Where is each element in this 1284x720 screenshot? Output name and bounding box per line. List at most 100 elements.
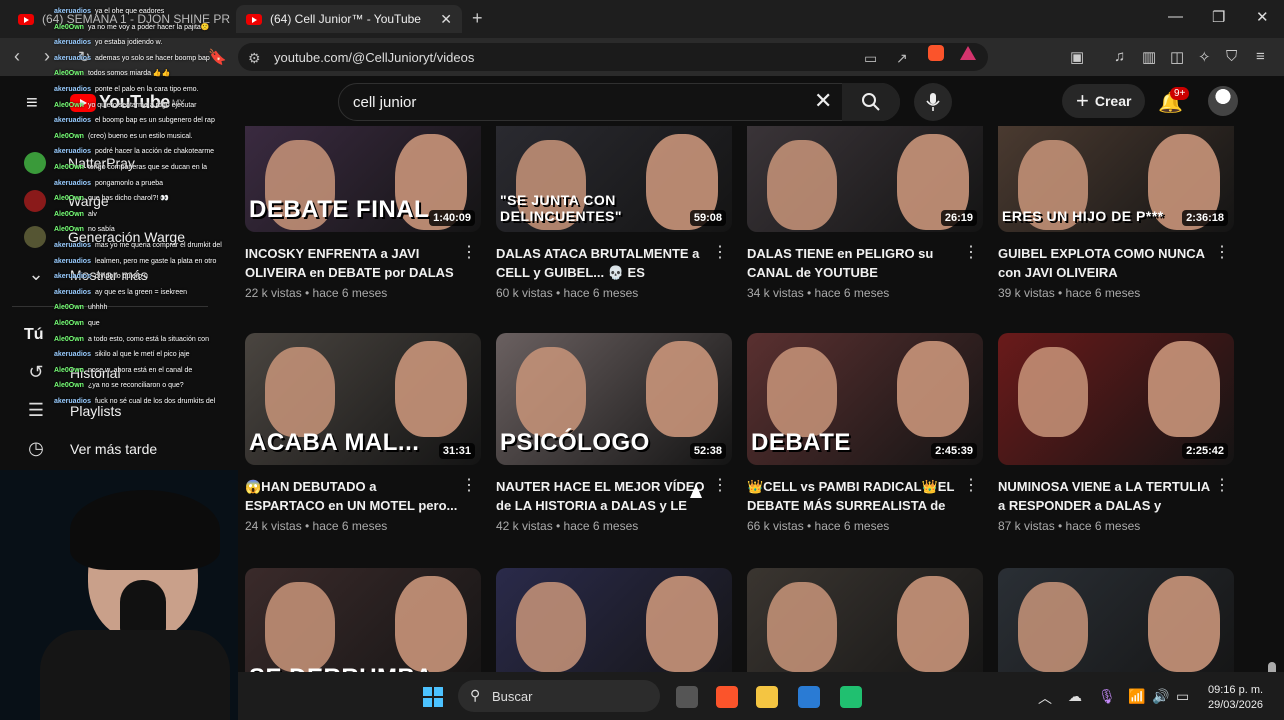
- app-icon[interactable]: [840, 686, 862, 708]
- video-title[interactable]: NAUTER HACE EL MEJOR VÍDEO de LA HISTORI…: [496, 477, 710, 515]
- wifi-icon[interactable]: 📶: [1128, 688, 1145, 705]
- video-menu-icon[interactable]: ⋮: [461, 242, 477, 262]
- hamburger-menu-icon[interactable]: ≡: [26, 92, 38, 115]
- video-menu-icon[interactable]: ⋮: [963, 475, 979, 495]
- thumbnail-face: [516, 582, 586, 672]
- thumbnail-face: [646, 341, 718, 437]
- video-menu-icon[interactable]: ⋮: [712, 475, 728, 495]
- sidebar-show-more[interactable]: ⌄ Mostrar más: [24, 264, 147, 285]
- video-card[interactable]: ERES UN HIJO DE P*** 2:36:18 GUIBEL EXPLOT…: [998, 126, 1234, 300]
- file-explorer-icon[interactable]: [756, 686, 778, 708]
- video-menu-icon[interactable]: ⋮: [461, 475, 477, 495]
- volume-icon[interactable]: 🔊: [1152, 688, 1169, 705]
- video-title[interactable]: 😱HAN DEBUTADO a ESPARTACO en UN MOTEL pe…: [245, 477, 459, 515]
- sidebar-item-watch-later[interactable]: ◷ Ver más tarde: [24, 438, 157, 459]
- thumbnail-face: [1018, 347, 1088, 437]
- video-thumbnail[interactable]: PSICÓLOGO 52:38: [496, 333, 732, 465]
- clear-search-icon[interactable]: ✕: [814, 88, 832, 114]
- search-icon: [862, 93, 880, 111]
- video-menu-icon[interactable]: ⋮: [963, 242, 979, 262]
- youtube-logo[interactable]: YouTube MX: [70, 92, 185, 113]
- sidebar-item-playlists[interactable]: ☰ Playlists: [24, 400, 121, 421]
- wallet-icon[interactable]: ◫: [1170, 48, 1184, 66]
- video-card[interactable]: 26:19 DALAS TIENE en PELIGRO su CANAL de …: [747, 126, 983, 300]
- create-button[interactable]: + Crear: [1062, 84, 1146, 118]
- video-card[interactable]: DEBATE FINAL 1:40:09 INCOSKY ENFRENTA a JA…: [245, 126, 481, 300]
- brave-shields-icon[interactable]: [928, 45, 944, 61]
- chevron-up-icon[interactable]: ︿: [1038, 688, 1052, 708]
- sidebar-item-historial[interactable]: ↺ Historial: [24, 362, 120, 383]
- battery-icon[interactable]: ▭: [1176, 688, 1189, 705]
- brave-rewards-icon[interactable]: [960, 46, 976, 60]
- minimize-icon[interactable]: —: [1168, 8, 1183, 25]
- video-menu-icon[interactable]: ⋮: [1214, 475, 1230, 495]
- video-thumbnail[interactable]: 2:25:42: [998, 333, 1234, 465]
- search-button[interactable]: [842, 83, 900, 121]
- site-settings-icon[interactable]: ⚙: [248, 50, 261, 67]
- voice-search-button[interactable]: [914, 83, 952, 121]
- task-view-icon[interactable]: [676, 686, 698, 708]
- channel-avatar: [24, 190, 46, 212]
- microsoft-store-icon[interactable]: [798, 686, 820, 708]
- video-title[interactable]: DALAS TIENE en PELIGRO su CANAL de YOUTU…: [747, 244, 961, 282]
- maximize-icon[interactable]: ❐: [1212, 8, 1225, 26]
- windows-start-icon[interactable]: [422, 686, 444, 708]
- video-thumbnail[interactable]: 26:19: [747, 126, 983, 232]
- back-icon[interactable]: ‹: [14, 46, 20, 67]
- music-icon[interactable]: ♫: [1114, 48, 1125, 65]
- video-thumbnail[interactable]: DEBATE 2:45:39: [747, 333, 983, 465]
- youtube-play-logo-icon: [70, 93, 96, 112]
- tab-label: (64) SEMANA 1 - DJON SHINE PRO: [42, 12, 230, 26]
- thumbnail-face: [1148, 341, 1220, 437]
- video-thumbnail[interactable]: ACABA MAL... 31:31: [245, 333, 481, 465]
- video-card[interactable]: ACABA MAL... 31:31 😱HAN DEBUTADO a ESPARTA…: [245, 333, 481, 533]
- mic-tray-icon[interactable]: 🎙: [1098, 688, 1116, 705]
- menu-icon[interactable]: ≡: [1256, 48, 1265, 65]
- tab-cell-junior[interactable]: (64) Cell Junior™ - YouTube ✕: [236, 5, 462, 33]
- video-meta: 87 k vistas • hace 6 meses: [998, 519, 1141, 533]
- thumbnail-face: [646, 576, 718, 672]
- youtube-favicon-icon: [246, 13, 262, 25]
- vpn-icon[interactable]: ⛉: [1226, 48, 1237, 65]
- close-window-icon[interactable]: ✕: [1256, 8, 1269, 26]
- close-tab-icon[interactable]: ✕: [440, 11, 452, 28]
- taskbar-clock[interactable]: 09:16 p. m. 29/03/2026: [1208, 683, 1263, 713]
- reload-icon[interactable]: ↻: [78, 48, 91, 66]
- forward-icon[interactable]: ›: [44, 46, 50, 67]
- panel-icon[interactable]: ▥: [1142, 48, 1156, 66]
- leo-ai-icon[interactable]: ✧: [1198, 48, 1211, 66]
- video-card[interactable]: "SE JUNTA CON DELINCUENTES" 59:08 DALAS AT…: [496, 126, 732, 300]
- video-title[interactable]: DALAS ATACA BRUTALMENTE a CELL y GUIBEL.…: [496, 244, 710, 282]
- video-title[interactable]: NUMINOSA VIENE a LA TERTULIA a RESPONDER…: [998, 477, 1212, 515]
- sidebar-item-natterpray[interactable]: NatterPray: [24, 152, 135, 174]
- video-thumbnail[interactable]: ERES UN HIJO DE P*** 2:36:18: [998, 126, 1234, 232]
- video-meta: 42 k vistas • hace 6 meses: [496, 519, 639, 533]
- new-tab-icon[interactable]: +: [472, 8, 483, 29]
- cast-icon[interactable]: ▭: [864, 50, 877, 67]
- thumbnail-face: [265, 582, 335, 672]
- tab-semana[interactable]: (64) SEMANA 1 - DJON SHINE PRO: [8, 5, 230, 33]
- taskbar-search[interactable]: ⚲ Buscar: [458, 680, 660, 712]
- video-menu-icon[interactable]: ⋮: [1214, 242, 1230, 262]
- account-avatar[interactable]: [1208, 86, 1238, 116]
- bookmark-icon[interactable]: 🔖: [208, 48, 227, 66]
- video-menu-icon[interactable]: ⋮: [712, 242, 728, 262]
- video-title[interactable]: GUIBEL EXPLOTA COMO NUNCA con JAVI OLIVE…: [998, 244, 1212, 282]
- sidebar-icon[interactable]: ▣: [1070, 48, 1084, 66]
- sidebar-item-warge[interactable]: Warge: [24, 190, 109, 212]
- video-card[interactable]: DEBATE 2:45:39 👑CELL vs PAMBI RADICAL👑EL D…: [747, 333, 983, 533]
- sidebar-you-header[interactable]: Tú: [24, 326, 44, 344]
- video-title[interactable]: 👑CELL vs PAMBI RADICAL👑EL DEBATE MÁS SUR…: [747, 477, 961, 515]
- webcam-overlay: [0, 470, 238, 720]
- video-thumbnail[interactable]: DEBATE FINAL 1:40:09: [245, 126, 481, 232]
- video-thumbnail[interactable]: "SE JUNTA CON DELINCUENTES" 59:08: [496, 126, 732, 232]
- thumbnail-face: [265, 347, 335, 437]
- sidebar-item-generacion-warge[interactable]: Generación Warge: [24, 226, 185, 248]
- thumbnail-face: [516, 347, 586, 437]
- video-title[interactable]: INCOSKY ENFRENTA a JAVI OLIVEIRA en DEBA…: [245, 244, 459, 282]
- brave-browser-icon[interactable]: [716, 686, 738, 708]
- onedrive-icon[interactable]: ☁: [1068, 688, 1082, 705]
- video-card[interactable]: PSICÓLOGO 52:38 NAUTER HACE EL MEJOR VÍDEO…: [496, 333, 732, 533]
- share-icon[interactable]: ↗: [896, 50, 908, 67]
- video-card[interactable]: 2:25:42 NUMINOSA VIENE a LA TERTULIA a RE…: [998, 333, 1234, 533]
